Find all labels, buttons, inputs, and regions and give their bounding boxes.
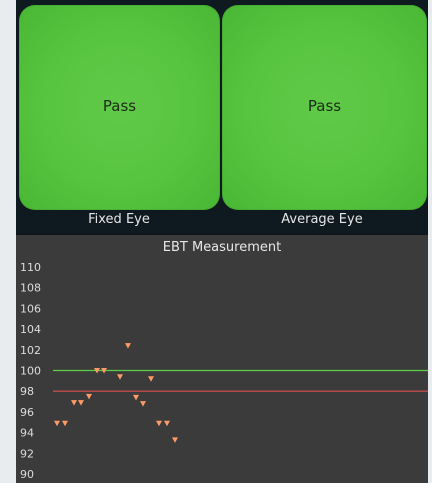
- y-tick-label: 110: [20, 261, 41, 274]
- data-point-marker: [140, 401, 146, 407]
- data-point-marker: [164, 420, 170, 427]
- data-point-marker: [54, 420, 60, 427]
- device-screen: Pass Pass Fixed Eye Average Eye 110 108 10…: [16, 0, 428, 483]
- data-point-marker: [172, 437, 178, 443]
- fixed-eye-label: Fixed Eye: [88, 212, 150, 227]
- ebt-measurement-chart: 110 108 106 104 102 100 98 96 94 92 90 EBT Measure…: [16, 235, 428, 483]
- y-tick-label: 94: [20, 427, 34, 440]
- data-point-marker: [62, 420, 68, 427]
- average-eye-result-text: Pass: [307, 97, 342, 115]
- fixed-eye-result-tile[interactable]: Pass: [19, 5, 220, 210]
- data-point-marker: [78, 400, 84, 406]
- y-tick-label: 108: [20, 282, 41, 295]
- y-tick-label: 96: [20, 406, 34, 419]
- y-tick-label: 102: [20, 344, 41, 357]
- y-tick-label: 100: [20, 365, 41, 378]
- chart-title: EBT Measurement: [162, 240, 282, 255]
- average-eye-label: Average Eye: [281, 212, 363, 227]
- data-point-marker: [156, 420, 162, 427]
- data-point-marker: [125, 343, 131, 349]
- data-point-marker: [86, 393, 92, 400]
- y-tick-label: 104: [20, 323, 41, 336]
- data-point-marker: [117, 374, 123, 380]
- y-tick-label: 90: [20, 468, 34, 481]
- chart-svg: 110 108 106 104 102 100 98 96 94 92 90: [20, 261, 428, 481]
- average-eye-result-tile[interactable]: Pass: [222, 5, 427, 210]
- data-point-marker: [71, 400, 77, 406]
- y-tick-label: 92: [20, 447, 34, 460]
- result-panels: Pass Pass Fixed Eye Average Eye: [16, 0, 428, 234]
- y-tick-label: 106: [20, 302, 41, 315]
- data-point-marker: [133, 394, 139, 401]
- y-tick-label: 98: [20, 385, 34, 398]
- fixed-eye-result-text: Pass: [102, 97, 137, 115]
- data-point-marker: [148, 376, 154, 382]
